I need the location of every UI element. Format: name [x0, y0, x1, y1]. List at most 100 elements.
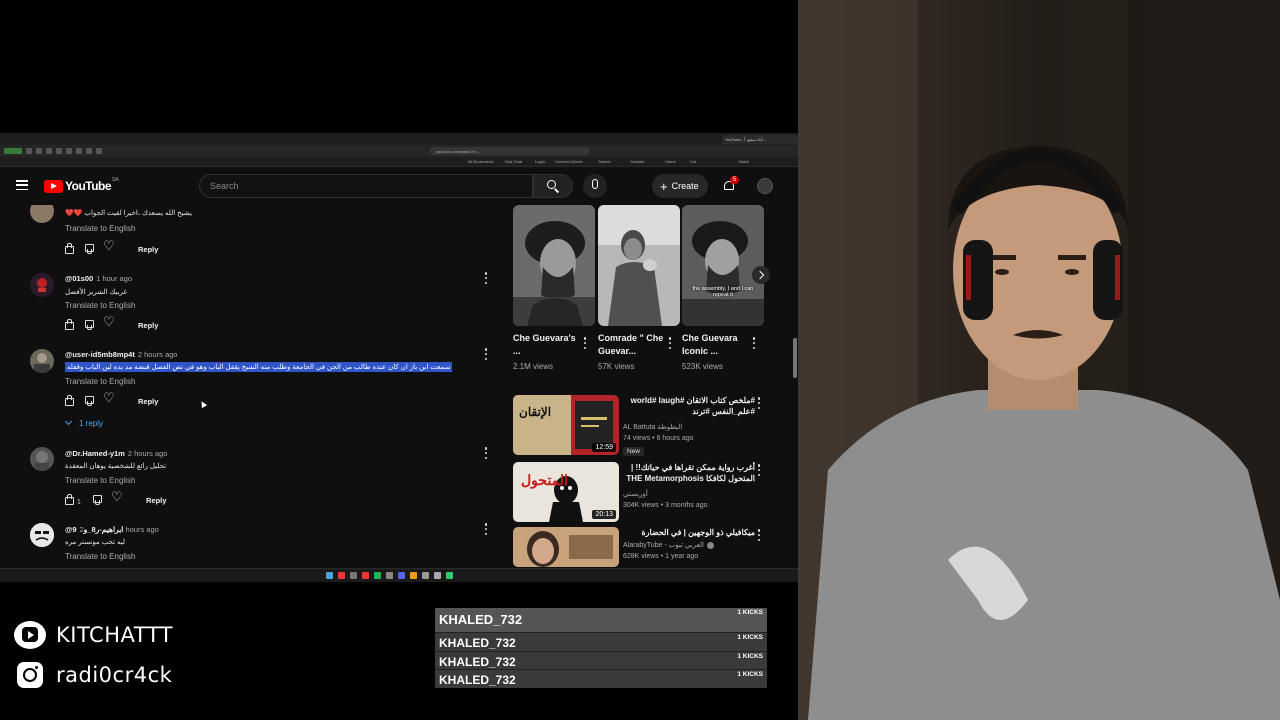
reply-button[interactable]: Reply — [138, 245, 158, 254]
short-thumbnail[interactable] — [598, 205, 680, 326]
bookmark-item[interactable]: Cal — [690, 159, 696, 164]
hamburger-menu-icon[interactable] — [16, 180, 28, 190]
video-thumbnail[interactable]: المتحول 20:13 — [513, 462, 619, 522]
create-button[interactable]: + Create — [652, 174, 708, 198]
reply-button[interactable]: Reply — [138, 397, 158, 406]
short-more-icon[interactable] — [583, 337, 587, 349]
youtube-handle: KITCHATTT — [56, 623, 173, 647]
dislike-button[interactable] — [84, 243, 104, 255]
kick-entry: KHALED_732 1 KICKS — [435, 608, 767, 632]
video-title[interactable]: أغرب رواية ممكن تقراها في حياتك!! | المت… — [623, 462, 755, 484]
translate-link[interactable]: Translate to English — [65, 552, 135, 561]
short-card[interactable]: Che Guevara's ... 2.1M views — [513, 205, 595, 371]
video-thumbnail[interactable] — [513, 527, 619, 567]
comment-more-icon[interactable] — [484, 523, 488, 535]
commenter-avatar[interactable] — [30, 205, 54, 223]
commenter-avatar[interactable] — [30, 273, 54, 297]
comment-author[interactable]: @user-id5mb8mp4t 2 hours ago — [65, 350, 177, 359]
comment-author[interactable]: @01s00 1 hour ago — [65, 274, 132, 283]
short-views: 2.1M views — [513, 362, 554, 371]
heart-button[interactable] — [111, 490, 132, 506]
video-channel[interactable]: AL Battuta البطوطة — [623, 423, 682, 431]
video-channel[interactable]: أوريستي — [623, 490, 648, 498]
bookmark-item[interactable]: Home — [665, 159, 676, 164]
dislike-button[interactable] — [92, 494, 112, 506]
video-title[interactable]: #ملخص كتاب الاتقان #world# laugh #علم_ال… — [623, 395, 755, 417]
heart-icon — [111, 490, 123, 505]
commenter-avatar[interactable] — [30, 523, 54, 547]
comment-author[interactable]: @Dr.Hamed-y1m 2 hours ago — [65, 449, 167, 458]
bookmark-item[interactable]: Search — [598, 159, 611, 164]
voice-search-button[interactable] — [583, 174, 607, 198]
notifications-bell-icon[interactable]: 5 — [722, 176, 739, 193]
browser-tab-active[interactable]: YouTube - أداء سعود أ... — [722, 135, 798, 144]
short-thumbnail[interactable] — [513, 205, 595, 326]
comment-more-icon[interactable] — [484, 272, 488, 284]
kick-count: 1 KICKS — [737, 671, 763, 678]
reply-button[interactable]: Reply — [146, 496, 166, 505]
short-title[interactable]: Che Guevara Iconic ... — [682, 332, 748, 358]
chevron-right-icon[interactable] — [752, 266, 770, 284]
short-more-icon[interactable] — [752, 337, 756, 349]
short-card[interactable]: the assembly, I and I can repeat it Che … — [682, 205, 764, 371]
kicks-leaderboard: KHALED_732 1 KICKS KHALED_732 1 KICKS KH… — [435, 608, 767, 688]
video-duration: 20:13 — [592, 510, 616, 519]
related-video[interactable]: الإتقان 12:59 #ملخص كتاب الاتقان #world#… — [513, 395, 769, 456]
kick-count: 1 KICKS — [737, 609, 763, 616]
bookmark-item[interactable]: Connect Words — [555, 159, 583, 164]
heart-button[interactable] — [103, 315, 124, 331]
taskbar-icons[interactable] — [326, 572, 453, 579]
video-more-icon[interactable] — [757, 529, 761, 541]
short-thumbnail[interactable]: the assembly, I and I can repeat it — [682, 205, 764, 326]
bookmark-item[interactable]: Login — [535, 159, 545, 164]
short-more-icon[interactable] — [668, 337, 672, 349]
bookmark-item[interactable]: Youtube — [630, 159, 645, 164]
bookmark-item[interactable]: All Bookmarks — [468, 159, 494, 164]
search-button[interactable] — [533, 174, 573, 198]
heart-button[interactable] — [103, 391, 124, 407]
bookmark-item[interactable]: Kick Chat — [505, 159, 522, 164]
dislike-button[interactable] — [84, 395, 104, 407]
like-button[interactable] — [64, 243, 84, 255]
short-title[interactable]: Che Guevara's ... — [513, 332, 579, 358]
page-scrollbar[interactable] — [793, 338, 797, 378]
heart-button[interactable] — [103, 239, 124, 255]
comment-more-icon[interactable] — [484, 447, 488, 459]
short-card[interactable]: Comrade " Che Guevar... 57K views — [598, 205, 680, 371]
translate-link[interactable]: Translate to English — [65, 224, 135, 233]
kick-username: KHALED_732 — [439, 673, 516, 687]
video-more-icon[interactable] — [757, 397, 761, 409]
commenter-avatar[interactable] — [30, 349, 54, 373]
like-count: 1 — [77, 499, 81, 506]
bookmark-item[interactable]: Twitch — [738, 159, 749, 164]
like-button[interactable]: 1 — [64, 494, 92, 506]
translate-link[interactable]: Translate to English — [65, 301, 135, 310]
like-button[interactable] — [64, 395, 84, 407]
like-button[interactable] — [64, 319, 84, 331]
short-title[interactable]: Comrade " Che Guevar... — [598, 332, 664, 358]
view-replies-button[interactable]: 1 reply — [64, 417, 103, 428]
commenter-avatar[interactable] — [30, 447, 54, 471]
account-avatar[interactable] — [757, 178, 773, 194]
video-thumbnail[interactable]: الإتقان 12:59 — [513, 395, 619, 455]
search-input[interactable]: Search — [199, 174, 533, 198]
video-title[interactable]: ميكافيلي ذو الوجهين | في الحضارة — [623, 527, 755, 538]
video-more-icon[interactable] — [757, 464, 761, 476]
youtube-logo[interactable]: YouTube SA — [44, 177, 119, 193]
instagram-handle: radi0cr4ck — [56, 663, 173, 687]
reply-button[interactable]: Reply — [138, 321, 158, 330]
comment-actions: Reply — [64, 239, 158, 255]
toolbar-icons[interactable] — [4, 148, 154, 154]
kick-username: KHALED_732 — [439, 612, 523, 627]
youtube-icon — [14, 621, 46, 649]
comment-text-selected: سمعت ابن باز ان كان عنده طالب من الجن في… — [65, 362, 453, 372]
address-bar[interactable]: youtube.com/watch?v=... — [430, 147, 590, 155]
related-video[interactable]: المتحول 20:13 أغرب رواية ممكن تقراها في … — [513, 462, 769, 522]
translate-link[interactable]: Translate to English — [65, 377, 135, 386]
comment-more-icon[interactable] — [484, 348, 488, 360]
comment-author[interactable]: @ابراهيم-ر8_و92 hours ago — [65, 525, 159, 534]
video-channel[interactable]: AlarabyTube - العربي تيوب — [623, 541, 714, 549]
dislike-button[interactable] — [84, 319, 104, 331]
translate-link[interactable]: Translate to English — [65, 476, 135, 485]
kick-entry: KHALED_732 1 KICKS — [435, 632, 767, 651]
